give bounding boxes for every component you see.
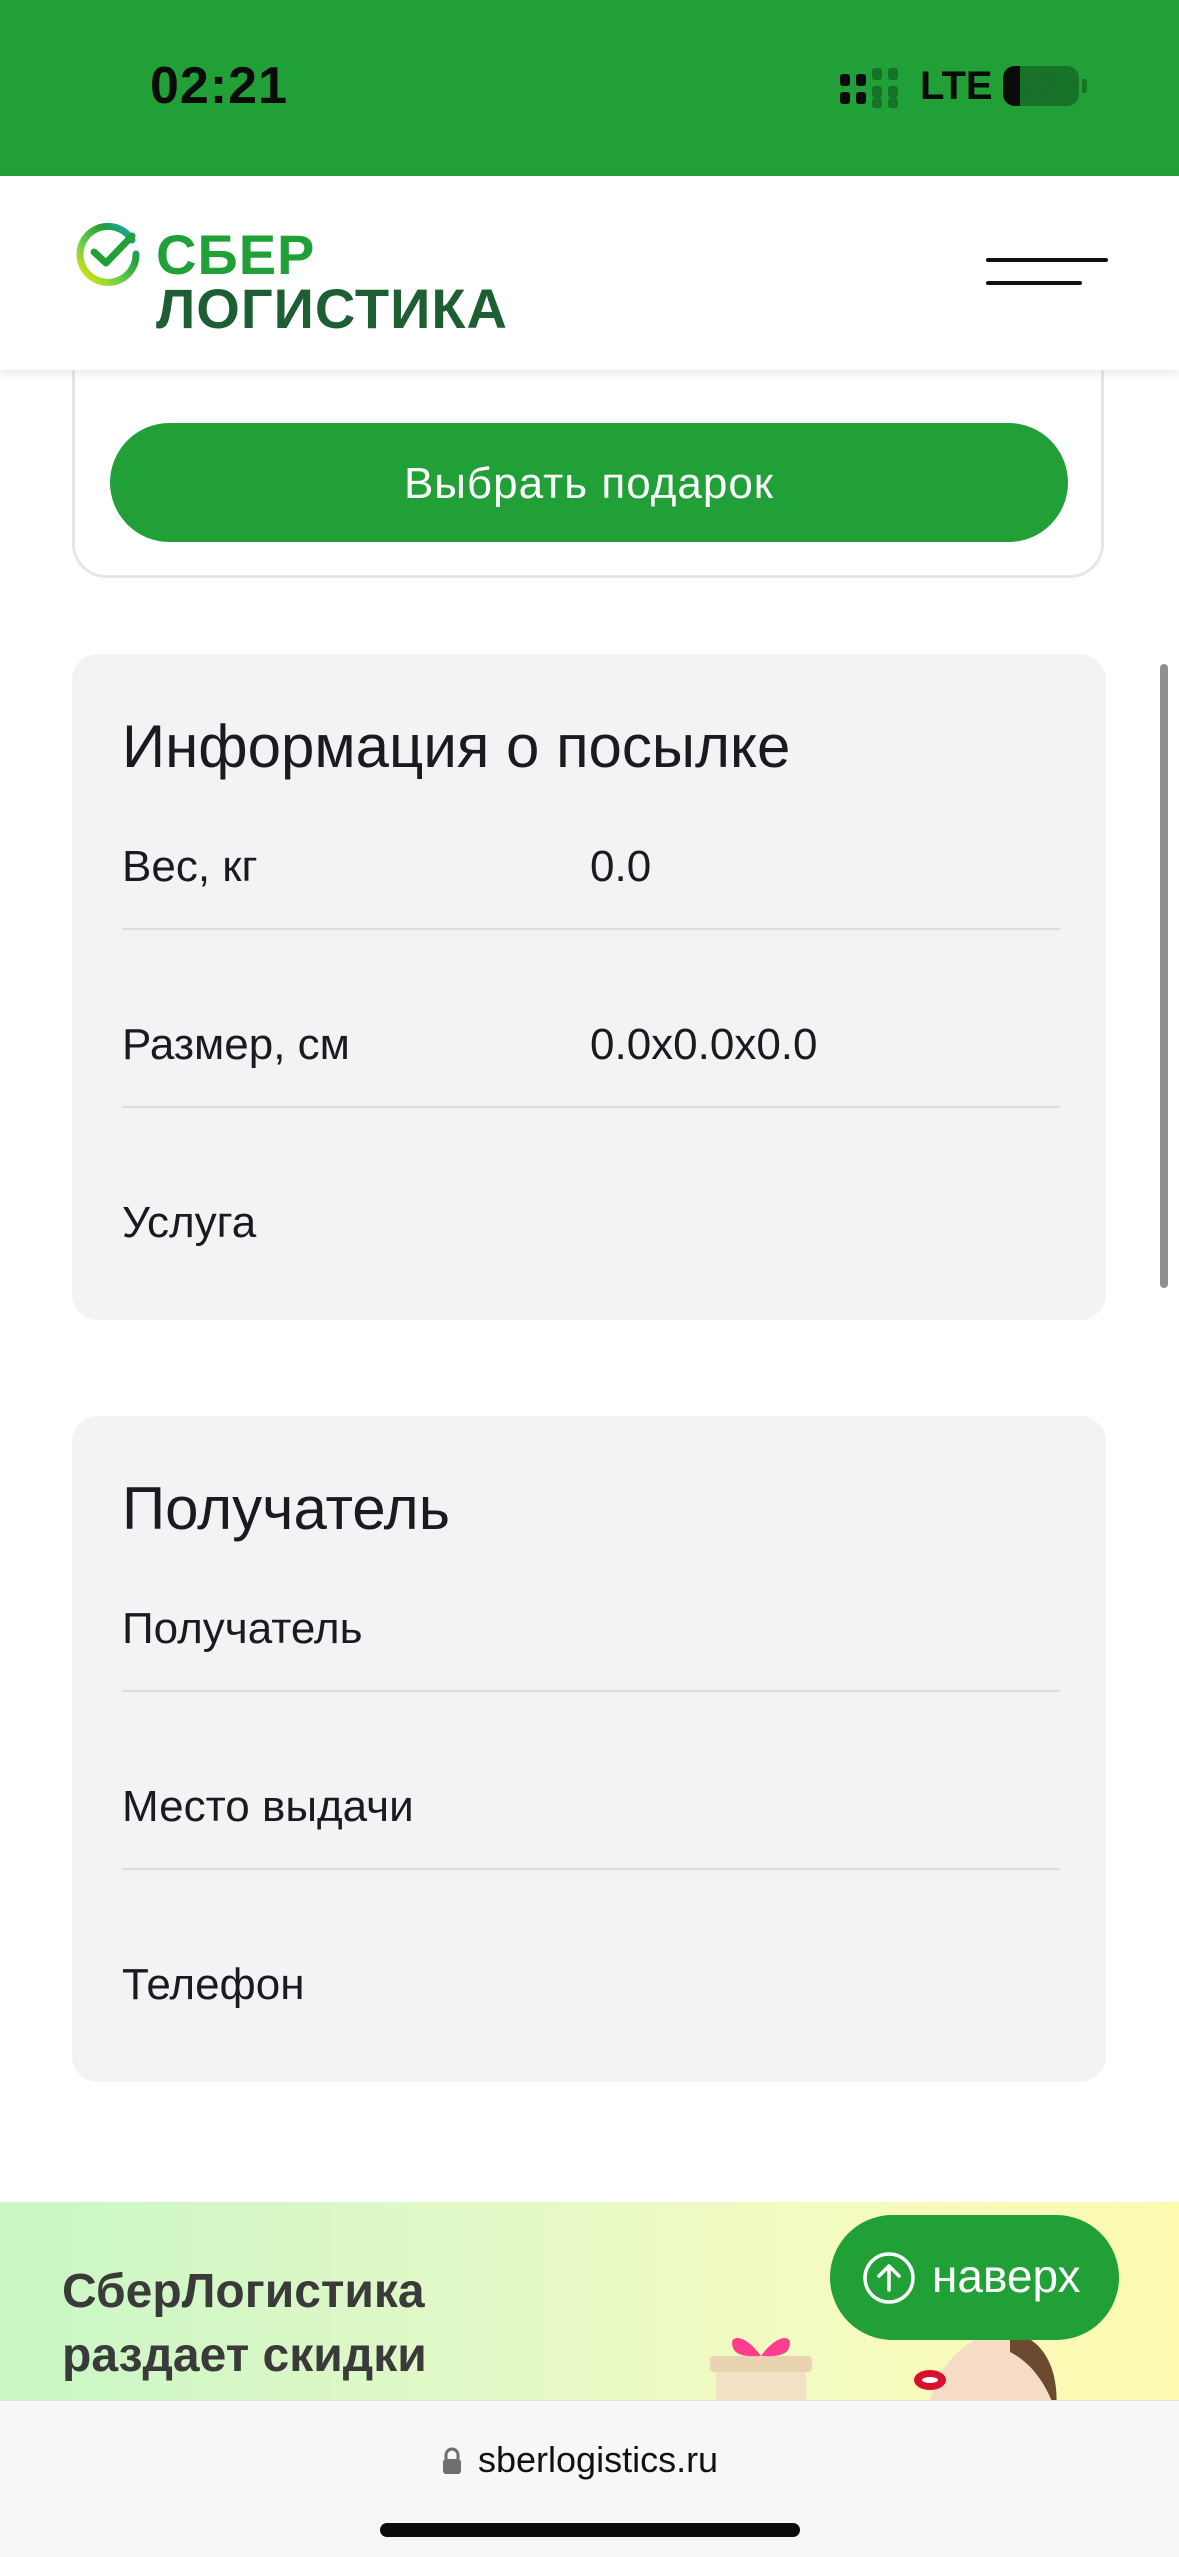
hamburger-menu-icon[interactable] bbox=[986, 254, 1108, 290]
info-row-pickup-point: Место выдачи bbox=[122, 1760, 1060, 1870]
network-type: LTE bbox=[920, 64, 993, 108]
row-divider bbox=[122, 928, 1060, 930]
row-divider bbox=[122, 1868, 1060, 1870]
back-to-top-button[interactable]: наверх bbox=[830, 2215, 1119, 2340]
browser-address-bar[interactable]: sberlogistics.ru bbox=[0, 2400, 1179, 2557]
size-label: Размер, см bbox=[122, 1020, 350, 1069]
info-row-weight: Вес, кг 0.0 bbox=[122, 820, 1060, 930]
phone-label: Телефон bbox=[122, 1960, 305, 2009]
info-row-service: Услуга bbox=[122, 1176, 1060, 1286]
info-row-phone: Телефон bbox=[122, 1938, 1060, 2048]
row-divider bbox=[122, 1690, 1060, 1692]
recipient-label: Получатель bbox=[122, 1604, 363, 1653]
size-value: 0.0x0.0x0.0 bbox=[590, 1020, 818, 1069]
status-time: 02:21 bbox=[150, 57, 288, 115]
site-header: СБЕР ЛОГИСТИКА bbox=[0, 176, 1179, 370]
back-to-top-label: наверх bbox=[932, 2250, 1081, 2302]
battery-cap bbox=[1082, 79, 1087, 93]
recipient-card: Получатель Получатель Место выдачи Телеф… bbox=[72, 1416, 1106, 2082]
recipient-title: Получатель bbox=[122, 1475, 450, 1542]
cellular-signal-icon bbox=[840, 68, 898, 108]
status-bar: 02:21 LTE 22 bbox=[0, 0, 1179, 176]
promo-subtitle: раздает скидки bbox=[62, 2329, 427, 2382]
service-label: Услуга bbox=[122, 1198, 257, 1247]
gift-box-image bbox=[710, 2337, 812, 2402]
pickup-point-label: Место выдачи bbox=[122, 1782, 414, 1831]
page-scrollbar[interactable] bbox=[1160, 664, 1168, 1288]
parcel-info-title: Информация о посылке bbox=[122, 713, 791, 780]
weight-value: 0.0 bbox=[590, 842, 652, 891]
row-divider bbox=[122, 1106, 1060, 1108]
battery-icon: 22 bbox=[1003, 66, 1079, 106]
parcel-info-card: Информация о посылке Вес, кг 0.0 Размер,… bbox=[72, 654, 1106, 1320]
menu-line-bottom bbox=[986, 281, 1082, 285]
weight-label: Вес, кг bbox=[122, 842, 258, 891]
menu-line-top bbox=[986, 258, 1108, 262]
home-indicator[interactable] bbox=[380, 2523, 800, 2537]
sber-logo-icon[interactable] bbox=[74, 220, 142, 288]
logo-text-logistics[interactable]: ЛОГИСТИКА bbox=[156, 276, 508, 341]
promo-title: СберЛогистика bbox=[62, 2265, 425, 2318]
choose-gift-button[interactable]: Выбрать подарок bbox=[110, 423, 1068, 542]
battery-percent: 22 bbox=[1024, 68, 1058, 101]
info-row-recipient: Получатель bbox=[122, 1582, 1060, 1692]
lock-icon bbox=[443, 2447, 461, 2474]
promo-person-image bbox=[914, 2332, 1057, 2402]
info-row-size: Размер, см 0.0x0.0x0.0 bbox=[122, 998, 1060, 1108]
arrow-up-circle-icon bbox=[863, 2252, 915, 2304]
url-text[interactable]: sberlogistics.ru bbox=[478, 2439, 718, 2481]
